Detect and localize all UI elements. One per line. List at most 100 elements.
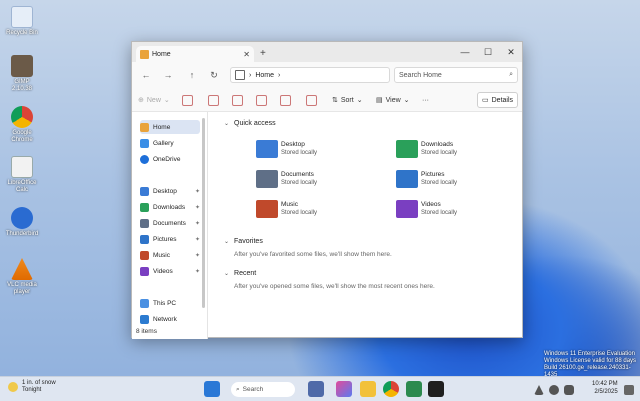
paste-icon [232,94,243,106]
folder-name: Music [281,201,298,208]
taskbar-search-input[interactable]: Search [243,386,264,393]
pin-icon[interactable]: ✦ [195,220,200,227]
title-bar: Home ✕ + — ☐ ✕ [132,42,522,62]
sidebar-item-onedrive[interactable]: OneDrive [140,152,200,166]
tab-home[interactable]: Home ✕ [136,46,254,62]
pin-icon[interactable]: ✦ [195,268,200,275]
chevron-down-icon: ⌄ [224,239,230,245]
favorites-hint: After you've favorited some files, we'll… [234,251,392,258]
new-tab-button[interactable]: + [260,48,266,59]
network-tray-icon[interactable] [549,385,559,395]
sidebar-item-label: Documents [153,219,186,227]
desktop-icon-label: GIMP 2.10.38 [11,79,33,92]
sidebar-item-this-pc[interactable]: This PC [140,296,200,310]
sort-button[interactable]: ⇅ Sort ⌄ [332,92,363,108]
sidebar-item-home[interactable]: Home [140,120,200,134]
tab-close-icon[interactable]: ✕ [243,50,250,59]
search-icon: ⌕ [236,385,240,393]
folder-desktop[interactable]: Desktop Stored locally [256,140,317,158]
chrome-taskbar-icon[interactable] [383,381,399,397]
weather-widget[interactable]: 1 in. of snow Tonight [8,380,56,394]
view-button[interactable]: ▤ View ⌄ [376,92,410,108]
clock[interactable]: 10:42 PM 2/5/2025 [592,380,618,396]
folder-downloads[interactable]: Downloads Stored locally [396,140,457,158]
sidebar-item-music[interactable]: Music ✦ [140,248,200,262]
sidebar-item-label: This PC [153,299,177,307]
documents-folder-icon [140,218,149,228]
tray-overflow-icon[interactable] [534,385,544,395]
calc-taskbar-icon[interactable] [406,381,422,397]
search-box[interactable]: Search Home ⌕ [394,67,518,83]
sidebar-item-documents[interactable]: Documents ✦ [140,216,200,230]
back-button[interactable]: ← [138,68,154,82]
sidebar-item-pictures[interactable]: Pictures ✦ [140,232,200,246]
thunderbird-icon [11,207,33,229]
sidebar-item-network[interactable]: Network [140,312,200,326]
pin-icon[interactable]: ✦ [195,252,200,259]
sidebar-item-videos[interactable]: Videos ✦ [140,264,200,278]
folder-name: Documents [281,171,314,178]
desktop-icon-vlc[interactable]: VLC media player [5,258,39,296]
desktop-icon-chrome[interactable]: Google Chrome [5,106,39,144]
details-button[interactable]: ▭ Details [477,92,519,108]
folder-videos[interactable]: Videos Stored locally [396,200,457,218]
folder-pictures[interactable]: Pictures Stored locally [396,170,457,188]
close-button[interactable]: ✕ [500,44,522,60]
desktop-icon-recycle-bin[interactable]: Recycle Bin [5,6,39,37]
chevron-down-icon: ⌄ [163,97,170,104]
sidebar-item-desktop[interactable]: Desktop ✦ [140,184,200,198]
music-folder-icon [256,200,278,218]
documents-folder-icon [256,170,278,188]
recent-header[interactable]: ⌄ Recent [224,270,256,277]
favorites-header[interactable]: ⌄ Favorites [224,238,263,245]
address-location[interactable]: Home [255,72,274,79]
quick-access-header[interactable]: ⌄ Quick access [224,120,276,127]
folder-documents[interactable]: Documents Stored locally [256,170,317,188]
paste-button[interactable] [232,92,243,108]
address-bar[interactable]: › Home › [230,67,390,83]
folder-name: Desktop [281,141,305,148]
rename-button[interactable] [256,92,267,108]
copilot-icon[interactable] [336,381,352,397]
desktop-icon-label: Google Chrome [11,130,33,143]
hint-link[interactable]: show the most recent ones here. [341,283,435,290]
videos-folder-icon [140,266,149,276]
start-button[interactable] [204,381,220,397]
address-chevron[interactable]: › [278,72,280,79]
desktop-icon-libreoffice-calc[interactable]: LibreOffice Calc [5,156,39,194]
volume-icon[interactable] [564,385,574,395]
cut-button[interactable] [182,92,193,108]
folder-sub: Stored locally [281,210,318,216]
folder-music[interactable]: Music Stored locally [256,200,317,218]
pin-icon[interactable]: ✦ [195,188,200,195]
pin-icon[interactable]: ✦ [195,204,200,211]
sidebar-item-downloads[interactable]: Downloads ✦ [140,200,200,214]
refresh-button[interactable]: ↻ [206,68,222,82]
copy-button[interactable] [208,92,219,108]
desktop-folder-icon [140,186,149,196]
file-explorer-taskbar-icon[interactable] [360,381,376,397]
sidebar-item-gallery[interactable]: Gallery [140,136,200,150]
desktop-icon-gimp[interactable]: GIMP 2.10.38 [5,55,39,93]
up-button[interactable]: ↑ [184,68,200,82]
delete-button[interactable] [306,92,317,108]
terminal-taskbar-icon[interactable] [428,381,444,397]
forward-button[interactable]: → [160,68,176,82]
desktop-icon-thunderbird[interactable]: Thunderbird [5,207,39,238]
task-view-icon[interactable] [308,381,324,397]
search-input[interactable]: Search Home [399,72,442,79]
taskbar-search[interactable]: ⌕ Search [231,382,295,397]
hint-link[interactable]: show them here. [344,251,392,258]
minimize-button[interactable]: — [454,44,476,60]
maximize-button[interactable]: ☐ [477,44,499,60]
pin-icon[interactable]: ✦ [195,236,200,243]
search-icon[interactable]: ⌕ [509,71,513,79]
chevron-down-icon: ⌄ [356,97,363,104]
sidebar-scrollbar[interactable] [202,118,205,308]
more-options-button[interactable]: ··· [422,92,429,108]
share-button[interactable] [280,92,291,108]
new-button[interactable]: ⊕ New ⌄ [138,92,170,108]
folder-sub: Stored locally [421,150,458,156]
notification-icon[interactable] [624,385,634,395]
sidebar-item-label: Music [153,251,170,259]
